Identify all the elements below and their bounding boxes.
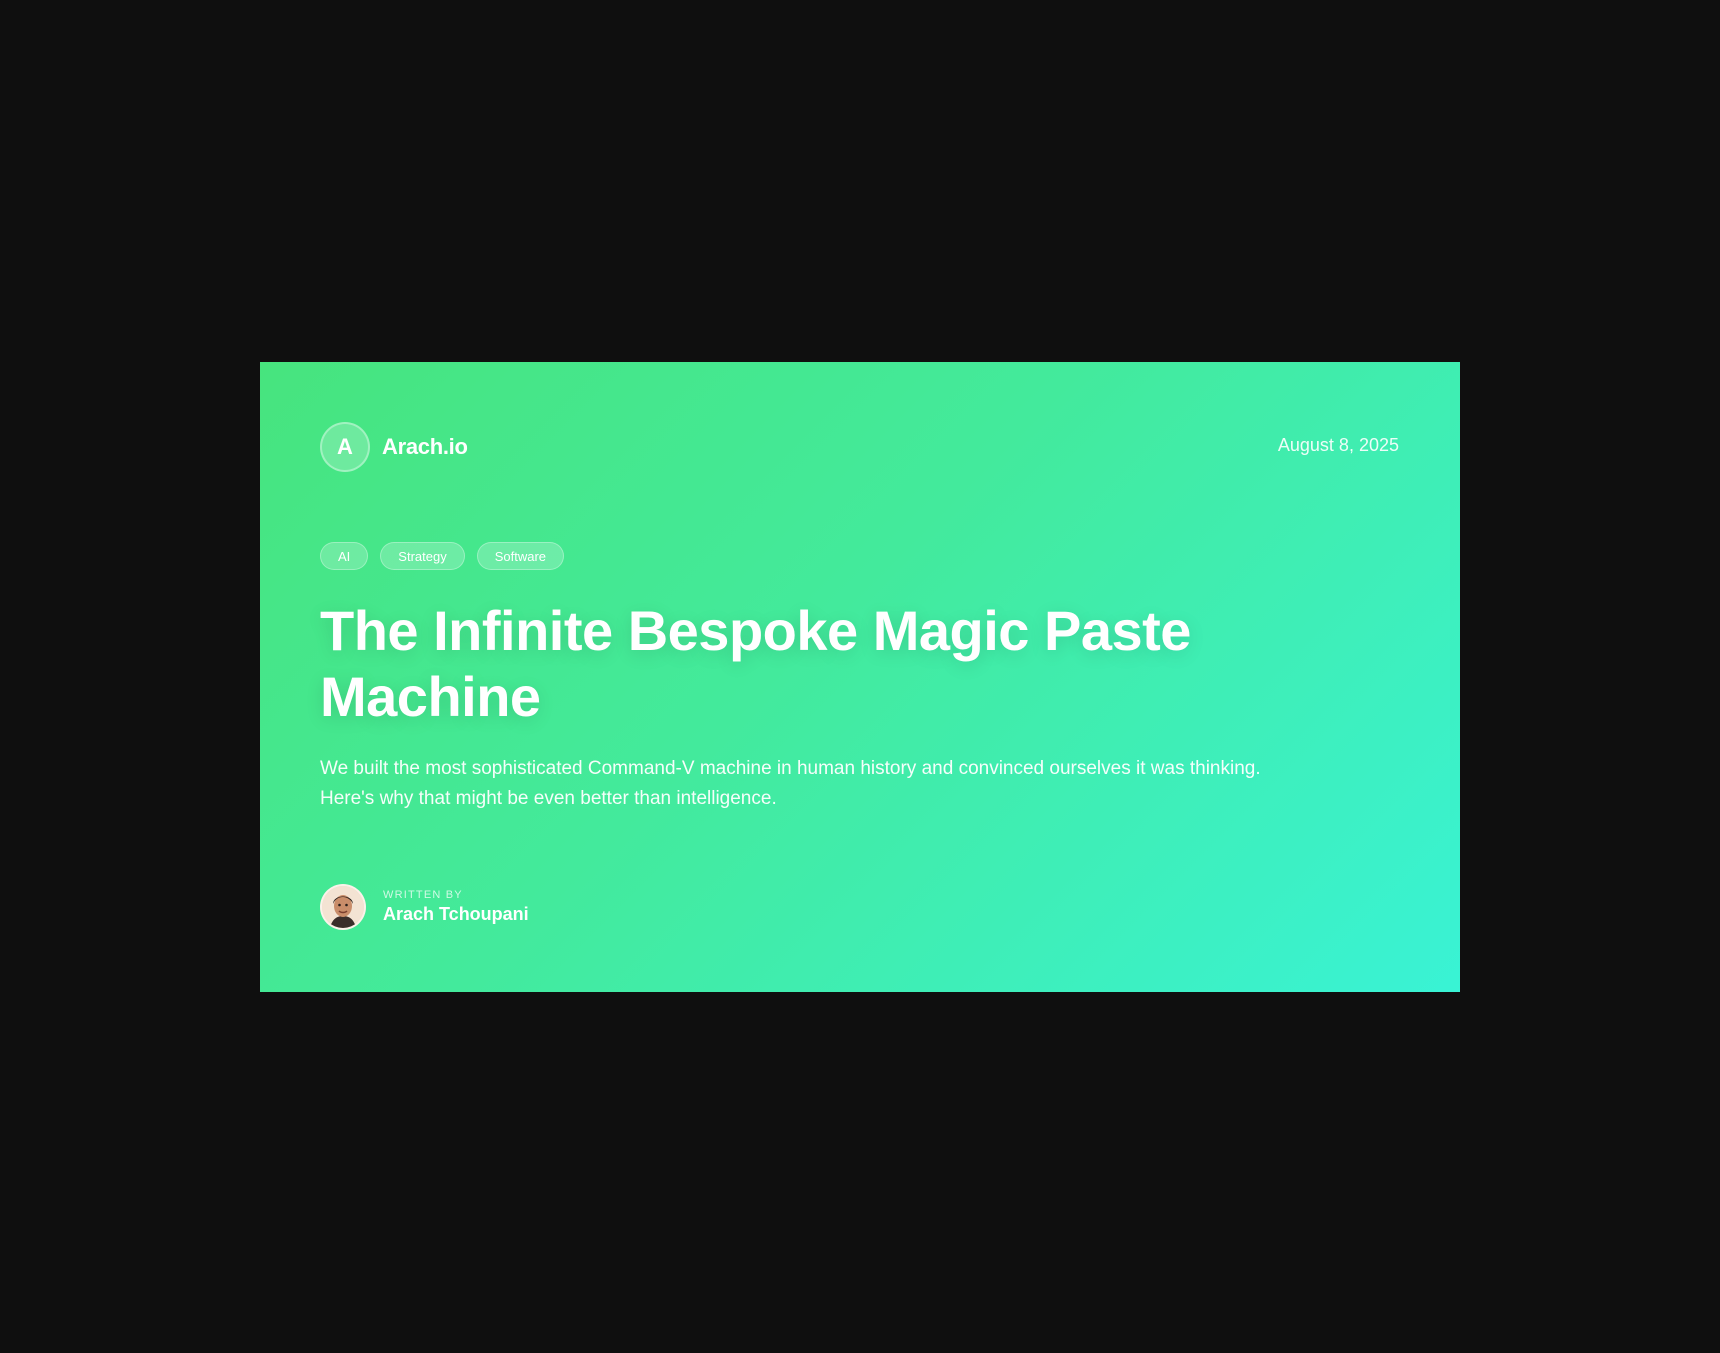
post-subtitle: We built the most sophisticated Command-… xyxy=(320,758,1261,809)
author-byline: WRITTEN BY Arach Tchoupani xyxy=(320,884,529,930)
tag-ai[interactable]: AI xyxy=(320,542,369,570)
post-title: The Infinite Bespoke Magic Paste Machine xyxy=(320,599,1191,728)
brand[interactable]: A Arach.io xyxy=(320,422,468,472)
tag-software[interactable]: Software xyxy=(476,542,565,570)
brand-name: Arach.io xyxy=(382,434,468,459)
author-name[interactable]: Arach Tchoupani xyxy=(383,902,529,926)
hero-card: A Arach.io August 8, 2025 AI Strategy So… xyxy=(260,362,1460,992)
author-avatar xyxy=(320,884,366,930)
brand-logo: A xyxy=(320,422,370,472)
tag-strategy[interactable]: Strategy xyxy=(380,542,465,570)
post-date: August 8, 2025 xyxy=(1277,435,1399,455)
person-icon xyxy=(322,886,364,928)
written-by-label: WRITTEN BY xyxy=(383,889,463,901)
author-text: WRITTEN BY Arach Tchoupani xyxy=(383,888,529,926)
tag-list: AI Strategy Software xyxy=(320,542,565,570)
